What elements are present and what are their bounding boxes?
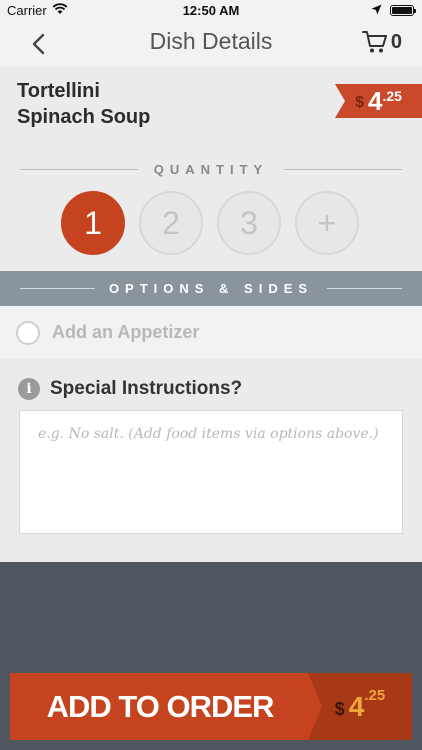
price-cents: .25 [382, 88, 402, 104]
options-sides-label: OPTIONS & SIDES [108, 281, 314, 296]
quantity-label: QUANTITY [153, 161, 269, 177]
status-right [371, 3, 416, 18]
divider [20, 168, 138, 170]
dish-name: Tortellini Spinach Soup [17, 78, 217, 130]
special-instructions-title: Special Instructions? [50, 378, 243, 399]
battery-icon [390, 5, 416, 16]
price-currency: $ [355, 94, 364, 111]
add-to-order-label: ADD TO ORDER [46, 688, 275, 724]
quantity-more-button[interactable]: + [295, 191, 359, 255]
dish-name-line2: Spinach Soup [17, 106, 151, 128]
location-arrow-icon [371, 3, 382, 18]
quantity-header: QUANTITY [20, 159, 403, 179]
info-icon: i [18, 378, 40, 400]
options-sides-header: OPTIONS & SIDES [0, 271, 422, 306]
divider [20, 288, 95, 289]
add-to-order-button[interactable]: ADD TO ORDER $ 4 .25 [10, 673, 412, 740]
cart-count: 0 [390, 30, 402, 53]
navigation-bar: Dish Details 0 [0, 22, 422, 66]
dish-details-panel: Tortellini Spinach Soup $ 4 .25 QUANTITY… [0, 66, 422, 562]
status-bar: Carrier 12:50 AM [0, 0, 422, 22]
wavy-divider [0, 550, 422, 561]
order-price-currency: $ [334, 699, 345, 719]
quantity-option-3[interactable]: 3 [217, 191, 281, 255]
order-price-dollars: 4 [348, 690, 365, 722]
divider [327, 288, 403, 289]
quantity-option-2[interactable]: 2 [139, 191, 203, 255]
special-instructions-header: i Special Instructions? [18, 378, 242, 400]
cart-button[interactable]: 0 [361, 30, 402, 54]
clock: 12:50 AM [182, 3, 240, 18]
divider [284, 168, 403, 170]
page-title: Dish Details [149, 28, 273, 54]
price-dollars: 4 [367, 85, 383, 116]
appetizer-radio[interactable] [16, 320, 40, 345]
price-tag: $ 4 .25 [335, 84, 422, 118]
order-price-cents: .25 [364, 687, 386, 704]
option-label: Add an Appetizer [52, 322, 200, 342]
option-add-appetizer[interactable]: Add an Appetizer [0, 306, 422, 359]
cart-icon [361, 31, 387, 53]
quantity-option-1[interactable]: 1 [61, 191, 125, 255]
add-to-order-price: $ 4 .25 [308, 673, 412, 740]
dish-name-line1: Tortellini [17, 80, 100, 102]
quantity-selector: 1 2 3 + [61, 191, 359, 255]
special-instructions-input[interactable] [19, 410, 403, 534]
